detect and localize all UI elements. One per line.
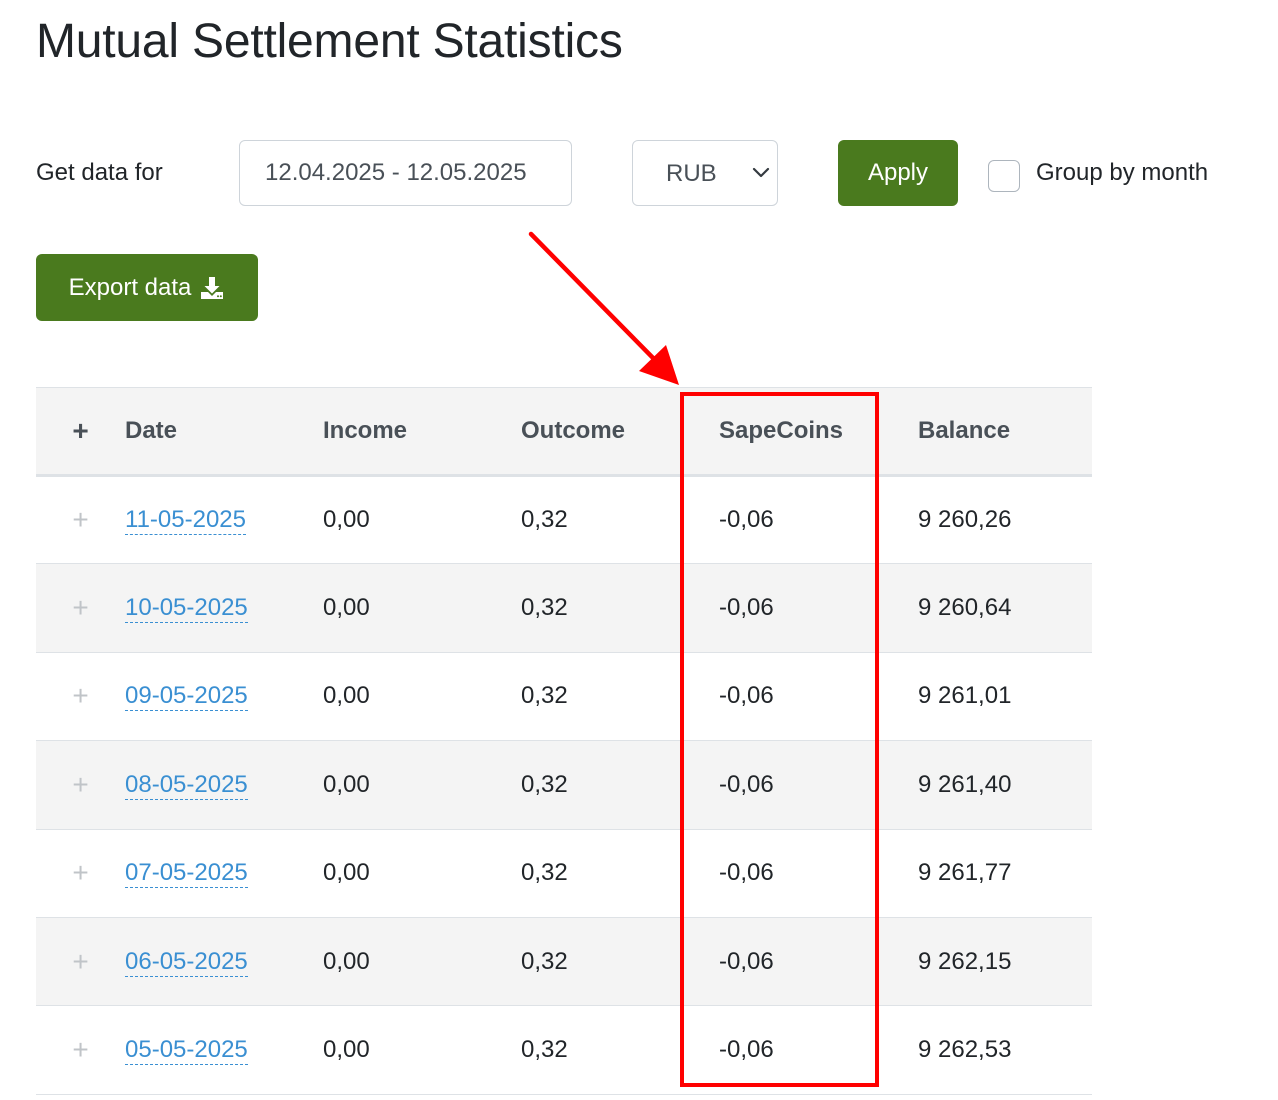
apply-button[interactable]: Apply [838, 140, 958, 206]
column-header-balance: Balance [918, 417, 1011, 444]
row-balance: 9 261,40 [918, 770, 1012, 798]
row-income: 0,00 [323, 947, 370, 975]
row-expand-button[interactable]: + [36, 1006, 125, 1094]
row-sapecoins: -0,06 [719, 1036, 774, 1064]
export-data-button[interactable]: Export data [36, 254, 258, 321]
row-outcome: 0,32 [521, 1036, 568, 1064]
row-date: 07-05-2025 [125, 829, 323, 917]
date-link[interactable]: 10-05-2025 [125, 594, 248, 624]
date-link[interactable]: 06-05-2025 [125, 947, 248, 977]
date-link[interactable]: 08-05-2025 [125, 770, 248, 800]
expand-all-button[interactable]: + [36, 388, 125, 476]
annotation-arrow-head [639, 345, 679, 385]
row-balance: 9 262,53 [918, 1036, 1012, 1064]
row-balance: 9 262,15 [918, 947, 1012, 975]
group-by-month-label[interactable]: Group by month [1036, 159, 1208, 187]
row-income: 0,00 [323, 770, 370, 798]
row-outcome: 0,32 [521, 859, 568, 887]
table-row: + 06-05-2025 0,00 0,32 -0,06 9 262,15 [36, 917, 1092, 1006]
page-title: Mutual Settlement Statistics [36, 15, 623, 68]
row-expand-button[interactable]: + [36, 476, 125, 564]
row-date: 05-05-2025 [125, 1006, 323, 1094]
date-range-label: Get data for [36, 159, 163, 186]
row-sapecoins: -0,06 [719, 770, 774, 798]
row-income: 0,00 [323, 682, 370, 710]
row-outcome: 0,32 [521, 770, 568, 798]
row-expand-button[interactable]: + [36, 564, 125, 652]
group-by-month-checkbox[interactable] [988, 160, 1020, 192]
currency-select[interactable]: RUB [632, 140, 778, 206]
date-range-input[interactable] [239, 140, 572, 206]
row-date: 09-05-2025 [125, 652, 323, 740]
row-expand-button[interactable]: + [36, 652, 125, 740]
table-row: + 09-05-2025 0,00 0,32 -0,06 9 261,01 [36, 652, 1092, 741]
row-outcome: 0,32 [521, 682, 568, 710]
row-expand-button[interactable]: + [36, 917, 125, 1005]
currency-selected-value: RUB [666, 160, 717, 187]
row-sapecoins: -0,06 [719, 947, 774, 975]
row-income: 0,00 [323, 506, 370, 534]
row-balance: 9 261,77 [918, 859, 1012, 887]
chevron-down-icon [752, 167, 770, 178]
table-row: + 11-05-2025 0,00 0,32 -0,06 9 260,26 [36, 476, 1092, 564]
download-icon [201, 276, 224, 299]
row-sapecoins: -0,06 [719, 594, 774, 622]
table-row: + 05-05-2025 0,00 0,32 -0,06 9 262,53 [36, 1006, 1092, 1095]
date-link[interactable]: 07-05-2025 [125, 859, 248, 889]
table-row: + 10-05-2025 0,00 0,32 -0,06 9 260,64 [36, 563, 1092, 653]
date-link[interactable]: 05-05-2025 [125, 1036, 248, 1066]
settlement-table: + Date Income Outcome SapeCoins Balance … [36, 387, 1092, 1095]
row-income: 0,00 [323, 859, 370, 887]
annotation-arrow-line [528, 231, 660, 365]
row-date: 08-05-2025 [125, 741, 323, 829]
row-sapecoins: -0,06 [719, 859, 774, 887]
row-sapecoins: -0,06 [719, 506, 774, 534]
row-date: 11-05-2025 [125, 476, 323, 564]
row-date: 06-05-2025 [125, 917, 323, 1005]
row-outcome: 0,32 [521, 947, 568, 975]
row-outcome: 0,32 [521, 594, 568, 622]
row-expand-button[interactable]: + [36, 741, 125, 829]
row-balance: 9 261,01 [918, 682, 1012, 710]
table-header-row: + Date Income Outcome SapeCoins Balance [36, 387, 1092, 476]
date-link[interactable]: 11-05-2025 [125, 506, 246, 536]
export-data-label: Export data [68, 273, 192, 301]
table-row: + 08-05-2025 0,00 0,32 -0,06 9 261,40 [36, 740, 1092, 830]
table-row: + 07-05-2025 0,00 0,32 -0,06 9 261,77 [36, 829, 1092, 918]
row-balance: 9 260,64 [918, 594, 1012, 622]
column-header-sapecoins: SapeCoins [719, 417, 844, 444]
row-income: 0,00 [323, 1036, 370, 1064]
row-sapecoins: -0,06 [719, 682, 774, 710]
row-income: 0,00 [323, 594, 370, 622]
row-outcome: 0,32 [521, 506, 568, 534]
row-balance: 9 260,26 [918, 506, 1012, 534]
row-expand-button[interactable]: + [36, 829, 125, 917]
date-link[interactable]: 09-05-2025 [125, 682, 248, 712]
row-date: 10-05-2025 [125, 564, 323, 652]
column-header-income: Income [323, 417, 408, 444]
column-header-outcome: Outcome [521, 417, 626, 444]
column-header-date: Date [125, 417, 178, 444]
